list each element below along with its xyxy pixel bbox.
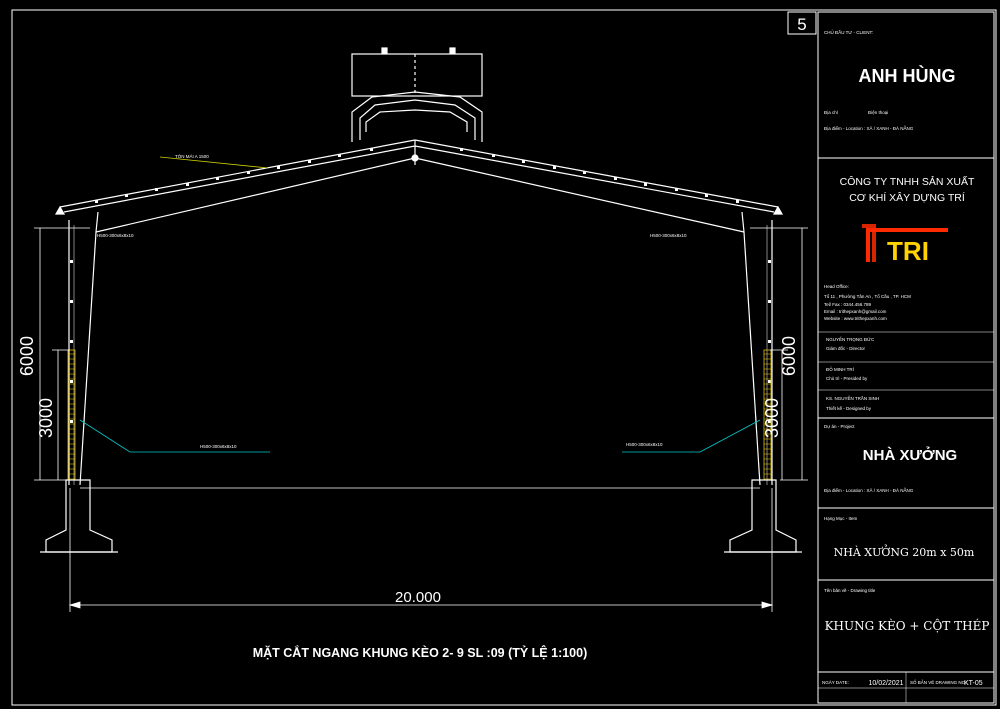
company-info-3: Email : trithepxanh@gmail.com <box>824 309 887 314</box>
date-value: 10/02/2021 <box>868 680 903 687</box>
address-label: Địa chỉ <box>824 109 838 115</box>
company-line-2: CƠ KHÍ XÂY DỰNG TRÍ <box>849 191 965 204</box>
company-info-2: Tel/ Fax : 0344.456.789 <box>824 302 872 307</box>
company-line-1: CÔNG TY TNHH SẢN XUẤT <box>840 175 975 188</box>
date-label: NGÀY DATE: <box>822 679 849 685</box>
checker-name: KS. NGUYỄN TRẦN SINH <box>826 395 879 401</box>
left-rafter-top <box>59 139 416 208</box>
drawing-caption: MẶT CẮT NGANG KHUNG KÈO 2- 9 SL :09 (TỶ … <box>253 645 588 660</box>
item-name: NHÀ XƯỞNG 20m x 50m <box>834 544 975 559</box>
client-label: CHỦ ĐẦU TƯ - CLIENT: <box>824 29 873 35</box>
director-name: NGUYỄN TRỌNG ĐỨC <box>826 336 875 342</box>
checker-role: Thiết kế - Designed by <box>826 406 872 411</box>
roof-note: TÔN MÁI A 1500 <box>175 153 209 159</box>
drawing-no-value: KT-05 <box>964 680 983 687</box>
company-info-1: Tổ 11 , Phường Tân An , Tổ Cầu , TP. HCM <box>824 293 911 299</box>
location-label: Địa điểm - Location : XÃ / XANH - ĐÀ NẴN… <box>824 125 914 131</box>
project-name: NHÀ XƯỞNG <box>863 446 957 464</box>
item-label: Hạng Mục - Item <box>824 516 858 521</box>
span-dimension: 20.000 <box>395 589 441 606</box>
left-lower-height: 3000 <box>36 398 56 438</box>
svg-text:TRI: TRI <box>887 236 929 266</box>
company-info-4: Website : www.trithepxanh.com <box>824 316 887 321</box>
rafter-left-note: H500-300x6x8x10 <box>97 233 134 238</box>
designer-role: Chủ trì - Presided by <box>826 375 868 381</box>
ventilator-box <box>351 53 483 97</box>
phone-label: Điện thoại <box>868 110 888 115</box>
dimensions <box>34 227 808 612</box>
cad-drawing-sheet: 5 6000 3000 6000 3000 20.000 TÔN MÁI A 1… <box>11 9 997 706</box>
designer-name: ĐỖ MINH TRÍ <box>826 366 855 372</box>
project-location: Địa điểm - Location : XÃ / XANH - ĐÀ NẴN… <box>824 487 914 493</box>
sheet-border <box>11 9 997 706</box>
left-column-inner <box>79 231 97 486</box>
portal-frame <box>40 47 802 553</box>
project-label: Dự án - Project <box>824 424 855 429</box>
drawing-no-label: SỐ BẢN VẼ DRAWING NO.: <box>910 679 968 685</box>
rafter-right-note: H500-300x6x8x10 <box>650 233 687 238</box>
sheet-number: 5 <box>797 15 806 34</box>
right-foundation <box>729 479 797 553</box>
left-foundation <box>45 479 113 553</box>
column-left-note: H500-300x6x8x10 <box>200 444 237 449</box>
title-block <box>817 11 995 704</box>
right-column-inner <box>743 231 761 486</box>
column-right-note: H500-300x6x8x10 <box>626 442 663 447</box>
left-total-height: 6000 <box>17 336 37 376</box>
ridge-vent <box>351 91 483 142</box>
director-role: Giám đốc - Director <box>826 346 866 351</box>
company-logo: TRI <box>862 224 948 266</box>
client-name: ANH HÙNG <box>859 65 956 86</box>
drawing-title-label: Tên bản vẽ - Drawing title <box>824 588 876 593</box>
drawing-title: KHUNG KÈO + CỘT THÉP <box>825 618 990 633</box>
company-info-0: Head Office: <box>824 284 849 289</box>
left-rafter-bottom <box>95 157 416 233</box>
right-rafter-top <box>414 139 779 208</box>
right-rafter-bottom <box>414 157 745 233</box>
right-total-height: 6000 <box>779 336 799 376</box>
